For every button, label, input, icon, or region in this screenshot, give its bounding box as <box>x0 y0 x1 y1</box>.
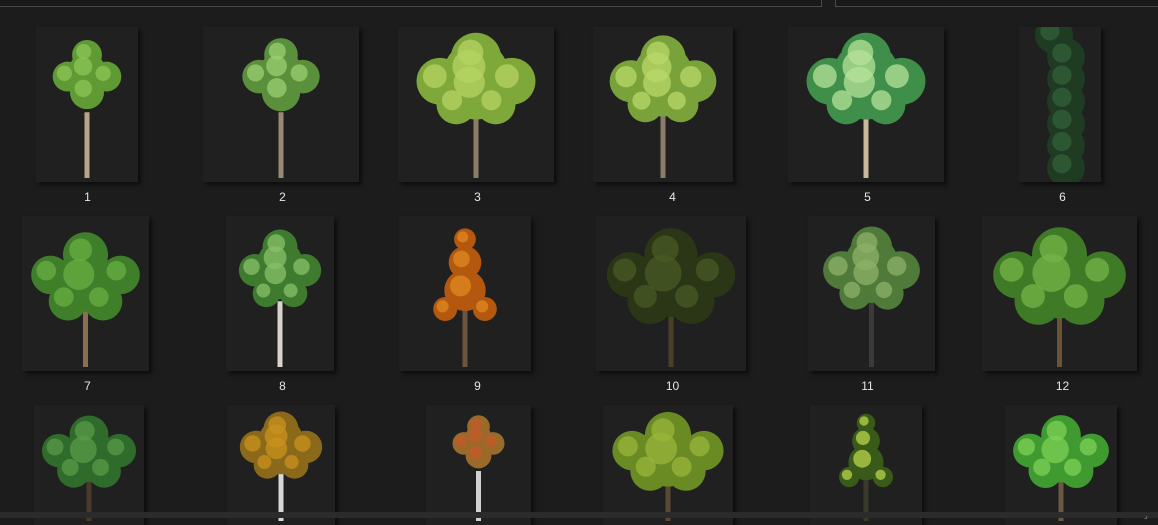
thumbnail-image[interactable] <box>227 405 335 525</box>
tree-image <box>839 413 893 521</box>
thumbnail-label: 12 <box>1055 379 1070 393</box>
tree-image <box>1013 415 1109 521</box>
thumbnail-label: 9 <box>474 379 481 393</box>
thumbnail-label: 5 <box>864 190 871 204</box>
thumbnail-image[interactable] <box>596 216 746 371</box>
tree-image <box>823 226 920 367</box>
tree-image <box>452 415 505 521</box>
thumbnail-label: 7 <box>84 379 91 393</box>
thumbnail-label: 2 <box>279 190 286 204</box>
resize-grip-icon[interactable]: ⌟ <box>1144 512 1152 520</box>
tree-image <box>1035 27 1085 182</box>
thumbnail-image[interactable] <box>36 27 138 182</box>
thumbnail-image[interactable] <box>398 27 554 182</box>
tree-image <box>806 32 926 178</box>
tree-image <box>242 38 320 178</box>
tree-image <box>606 228 736 367</box>
thumbnail-image[interactable] <box>34 405 144 525</box>
thumbnail-label: 6 <box>1059 190 1066 204</box>
thumbnail-image[interactable] <box>226 216 334 371</box>
tree-image <box>238 229 322 367</box>
thumbnail-image[interactable] <box>203 27 359 182</box>
thumbnail-image[interactable] <box>810 405 922 525</box>
thumbnail-label: 4 <box>669 190 676 204</box>
tree-image <box>993 227 1126 367</box>
thumbnail-label: 3 <box>474 190 481 204</box>
thumbnail-image[interactable] <box>788 27 944 182</box>
tree-image <box>239 411 323 521</box>
thumbnail-image[interactable] <box>593 27 733 182</box>
tree-image <box>416 32 536 178</box>
thumbnail-image[interactable] <box>1005 405 1117 525</box>
tree-image <box>41 415 137 521</box>
tree-image <box>433 228 497 367</box>
thumbnail-grid: 1 2 3 4 5 6 7 8 9 10 11 12 <box>0 0 1158 525</box>
thumbnail-image[interactable] <box>982 216 1137 371</box>
thumbnail-label: 10 <box>665 379 680 393</box>
tree-image <box>52 39 122 178</box>
thumbnail-label: 11 <box>861 379 874 393</box>
thumbnail-image[interactable] <box>1019 27 1101 182</box>
thumbnail-image[interactable] <box>808 216 935 371</box>
thumbnail-label: 8 <box>279 379 286 393</box>
tree-image <box>612 411 724 521</box>
thumbnail-label: 1 <box>84 190 91 204</box>
tree-image <box>609 35 717 178</box>
thumbnail-image[interactable] <box>426 405 531 525</box>
thumbnail-image[interactable] <box>22 216 149 371</box>
horizontal-scrollbar[interactable] <box>0 512 1158 518</box>
thumbnail-image[interactable] <box>399 216 531 371</box>
thumbnail-image[interactable] <box>603 405 733 525</box>
tree-image <box>31 232 140 367</box>
